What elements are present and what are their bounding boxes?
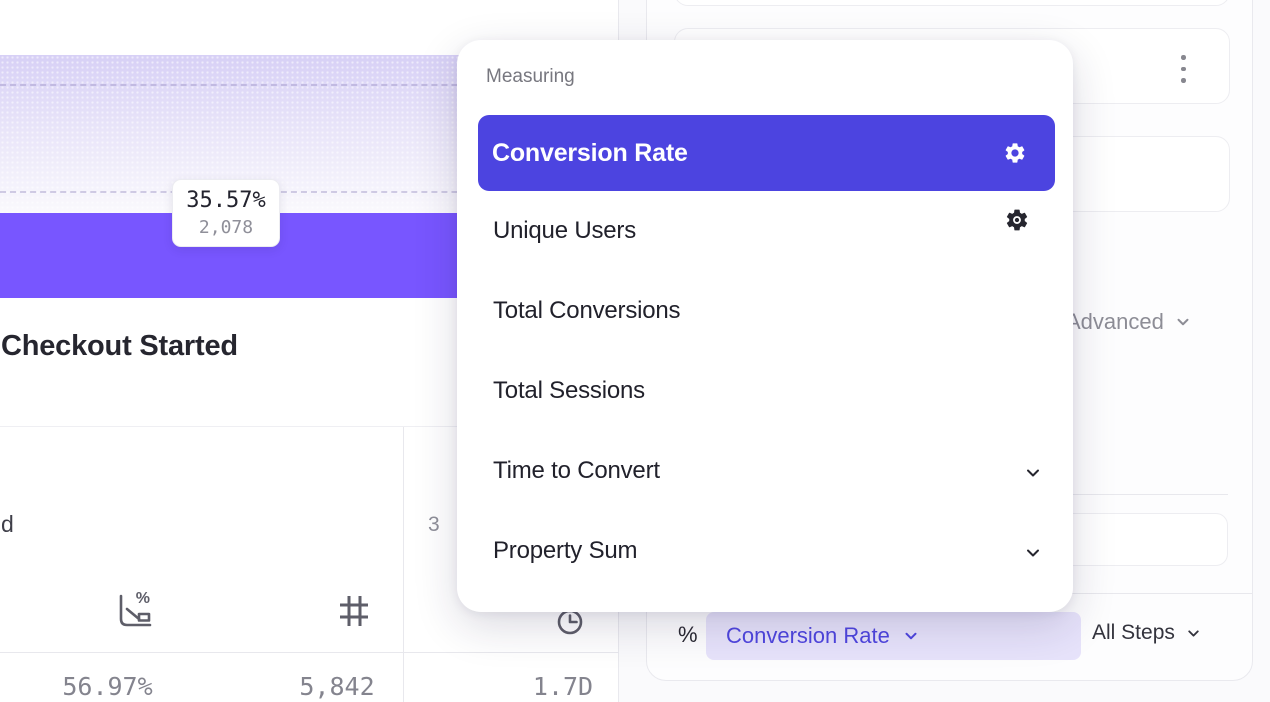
tooltip-percent: 35.57%: [173, 187, 279, 215]
metric-pill-label: Conversion Rate: [726, 623, 890, 649]
all-steps-label: All Steps: [1092, 621, 1175, 645]
builder-step-card[interactable]: [674, 0, 1230, 6]
metric-value-count: 5,842: [287, 672, 387, 701]
table-column-divider: [403, 427, 404, 702]
percent-symbol: %: [678, 622, 698, 648]
svg-text:%: %: [136, 590, 150, 607]
table-step-number: 3: [428, 513, 440, 537]
measuring-metric-pill[interactable]: Conversion Rate: [706, 612, 1081, 660]
menu-item-unique-users[interactable]: Unique Users: [493, 217, 636, 245]
menu-item-conversion-rate[interactable]: Conversion Rate: [478, 115, 1055, 191]
menu-item-time-to-convert[interactable]: Time to Convert: [493, 457, 660, 485]
menu-item-total-sessions[interactable]: Total Sessions: [493, 377, 645, 405]
tooltip-count: 2,078: [173, 215, 279, 241]
gear-icon[interactable]: [1003, 141, 1027, 165]
table-row-divider: [0, 652, 619, 653]
funnel-analysis-screen: 35.57% 2,078 Checkout Started d 3 % 56.9…: [0, 0, 1270, 702]
measuring-dropdown-menu: Measuring Conversion Rate Unique Users T…: [457, 40, 1073, 612]
hash-icon: [337, 592, 371, 630]
chart-tooltip: 35.57% 2,078: [172, 179, 280, 247]
chevron-down-icon[interactable]: [1023, 463, 1043, 483]
chevron-down-icon: [1174, 313, 1192, 331]
metric-value-conversion-rate: 56.97%: [50, 672, 165, 701]
menu-item-total-conversions[interactable]: Total Conversions: [493, 297, 680, 325]
advanced-label: Advanced: [1066, 309, 1164, 335]
gear-icon[interactable]: [1004, 207, 1030, 233]
menu-item-property-sum[interactable]: Property Sum: [493, 537, 637, 565]
conversion-rate-chart-icon: %: [112, 588, 156, 632]
dropdown-section-label: Measuring: [486, 66, 575, 88]
menu-item-label: Conversion Rate: [492, 139, 688, 168]
advanced-dropdown[interactable]: Advanced: [1066, 309, 1192, 335]
kebab-menu-icon[interactable]: [1181, 55, 1187, 90]
funnel-step-label: Checkout Started: [1, 330, 238, 363]
all-steps-dropdown[interactable]: All Steps: [1092, 621, 1202, 645]
table-step-name-fragment: d: [1, 511, 14, 538]
metric-value-time: 1.7D: [513, 672, 613, 701]
chevron-down-icon: [902, 627, 920, 645]
chevron-down-icon[interactable]: [1023, 543, 1043, 563]
chevron-down-icon: [1185, 625, 1202, 642]
